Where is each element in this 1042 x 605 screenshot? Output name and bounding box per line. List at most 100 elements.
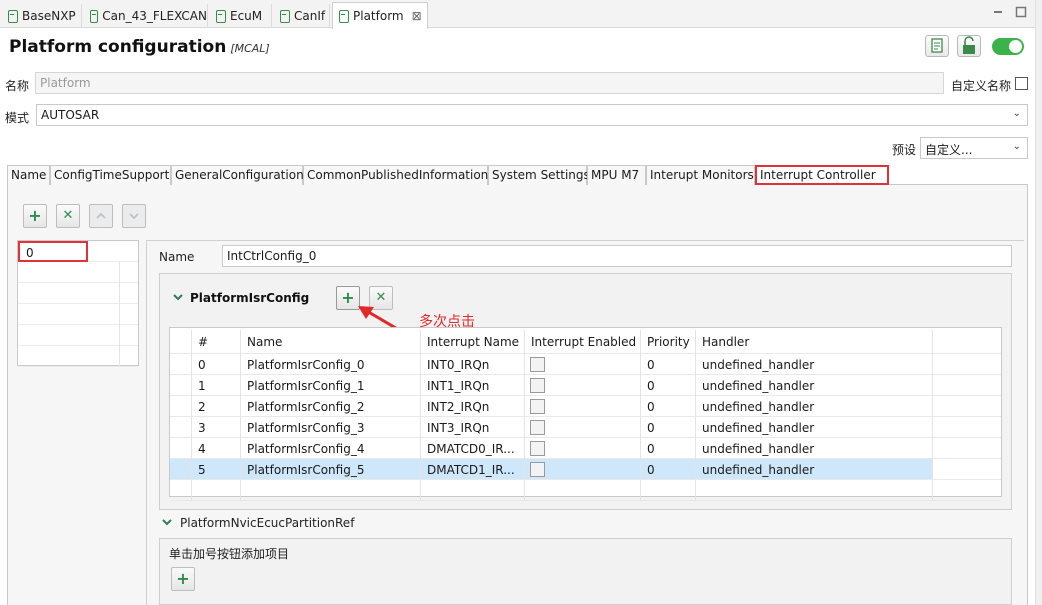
- maximize-icon[interactable]: [1015, 6, 1027, 18]
- editor-tab-ecum[interactable]: EcuM: [210, 4, 272, 28]
- cell-priority[interactable]: 0: [641, 354, 696, 375]
- cell-handler[interactable]: undefined_handler: [696, 354, 933, 375]
- config-name-field[interactable]: IntCtrlConfig_0: [222, 245, 1012, 267]
- row-selector-header: [170, 330, 192, 354]
- name-field[interactable]: Platform: [35, 72, 944, 94]
- cell-idx[interactable]: 2: [192, 396, 241, 417]
- mode-label: 模式: [5, 111, 30, 125]
- interrupt-enabled-checkbox[interactable]: [530, 399, 545, 414]
- table-row[interactable]: 2 PlatformIsrConfig_2 INT2_IRQn 0 undefined_…: [170, 396, 1001, 417]
- interrupt-enabled-cell: [525, 417, 641, 438]
- cell-handler[interactable]: undefined_handler: [696, 459, 933, 480]
- interrupt-enabled-checkbox[interactable]: [530, 378, 545, 393]
- minimize-icon[interactable]: [992, 6, 1004, 18]
- cell-priority[interactable]: 0: [641, 459, 696, 480]
- cell-name[interactable]: PlatformIsrConfig_0: [241, 354, 421, 375]
- tab-name[interactable]: Name: [7, 165, 50, 185]
- column-header-interrupt-name[interactable]: Interrupt Name: [421, 330, 525, 354]
- row-cell: [933, 396, 1001, 417]
- cell-irq[interactable]: INT2_IRQn: [421, 396, 525, 417]
- column-header-index[interactable]: #: [192, 330, 241, 354]
- cell-irq[interactable]: INT3_IRQn: [421, 417, 525, 438]
- tab-interrupt-controller[interactable]: Interrupt Controller: [755, 165, 889, 185]
- add-nvic-ref-button[interactable]: +: [171, 567, 195, 591]
- move-down-button[interactable]: [122, 204, 146, 228]
- list-item-empty: [18, 304, 138, 325]
- cell-priority[interactable]: 0: [641, 375, 696, 396]
- move-up-button[interactable]: [89, 204, 113, 228]
- enable-toggle[interactable]: [992, 38, 1024, 55]
- cell-handler[interactable]: undefined_handler: [696, 417, 933, 438]
- remove-button[interactable]: ✕: [56, 204, 80, 228]
- editor-tab-can-43-flexcan[interactable]: Can_43_FLEXCAN: [84, 4, 208, 28]
- list-item-empty: [18, 325, 138, 346]
- lock-button[interactable]: [957, 35, 981, 57]
- isr-config-table: # Name Interrupt Name Interrupt Enabled …: [169, 327, 1002, 501]
- column-header-handler[interactable]: Handler: [696, 330, 933, 354]
- table-row[interactable]: 3 PlatformIsrConfig_3 INT3_IRQn 0 undefined_…: [170, 417, 1001, 438]
- cell-priority[interactable]: 0: [641, 438, 696, 459]
- cell-name[interactable]: PlatformIsrConfig_4: [241, 438, 421, 459]
- editor-tab-basenxp[interactable]: BaseNXP: [2, 4, 82, 28]
- cell-name[interactable]: PlatformIsrConfig_1: [241, 375, 421, 396]
- cell-irq[interactable]: INT0_IRQn: [421, 354, 525, 375]
- column-header-name[interactable]: Name: [241, 330, 421, 354]
- cell-handler[interactable]: undefined_handler: [696, 438, 933, 459]
- document-button[interactable]: [925, 35, 949, 57]
- interrupt-enabled-cell: [525, 396, 641, 417]
- cell-name[interactable]: PlatformIsrConfig_2: [241, 396, 421, 417]
- column-header-priority[interactable]: Priority: [641, 330, 696, 354]
- cell-priority[interactable]: 0: [641, 417, 696, 438]
- list-item-label: 0: [18, 241, 88, 262]
- cell-handler[interactable]: undefined_handler: [696, 375, 933, 396]
- mode-select[interactable]: AUTOSAR ⌄: [36, 104, 1028, 126]
- interrupt-enabled-checkbox[interactable]: [530, 357, 545, 372]
- editor-tab-platform[interactable]: Platform ⊠: [332, 2, 428, 29]
- tab-common-published-information[interactable]: CommonPublishedInformation: [303, 165, 488, 185]
- cell-idx[interactable]: 1: [192, 375, 241, 396]
- module-file-icon: [280, 9, 290, 23]
- name-label: 名称: [5, 79, 30, 93]
- table-row[interactable]: 0 PlatformIsrConfig_0 INT0_IRQn 0 undefined_…: [170, 354, 1001, 375]
- column-header-interrupt-enabled[interactable]: Interrupt Enabled: [525, 330, 641, 354]
- tab-interupt-monitors[interactable]: Interupt Monitors: [646, 165, 755, 185]
- cell-handler[interactable]: undefined_handler: [696, 396, 933, 417]
- page-title: Platform configuration [MCAL]: [9, 37, 270, 57]
- cell-idx[interactable]: 3: [192, 417, 241, 438]
- close-icon[interactable]: ⊠: [412, 9, 422, 23]
- interrupt-enabled-checkbox[interactable]: [530, 420, 545, 435]
- cell-name[interactable]: PlatformIsrConfig_3: [241, 417, 421, 438]
- chevron-down-icon: ⌄: [1012, 108, 1021, 119]
- nvic-hint-text: 单击加号按钮添加项目: [169, 547, 290, 561]
- tab-mpu-m7[interactable]: MPU M7: [587, 165, 646, 185]
- custom-name-checkbox[interactable]: [1015, 77, 1028, 90]
- cell-priority[interactable]: 0: [641, 396, 696, 417]
- cell-irq[interactable]: DMATCD0_IR...: [421, 438, 525, 459]
- add-button[interactable]: +: [23, 204, 47, 228]
- tab-system-settings[interactable]: System Settings: [488, 165, 590, 185]
- vertical-scrollbar[interactable]: [1035, 0, 1042, 605]
- cell-idx[interactable]: 5: [192, 459, 241, 480]
- nvic-collapse-chevron-icon[interactable]: [161, 516, 173, 531]
- cell-irq[interactable]: INT1_IRQn: [421, 375, 525, 396]
- isr-config-title: PlatformIsrConfig: [190, 291, 310, 305]
- interrupt-enabled-checkbox[interactable]: [530, 441, 545, 456]
- interrupt-enabled-cell: [525, 354, 641, 375]
- preset-select[interactable]: 自定义... ⌄: [920, 137, 1028, 159]
- table-row[interactable]: 4 PlatformIsrConfig_4 DMATCD0_IR... 0 undefi…: [170, 438, 1001, 459]
- cell-name[interactable]: PlatformIsrConfig_5: [241, 459, 421, 480]
- cell-idx[interactable]: 4: [192, 438, 241, 459]
- tab-config-time-support[interactable]: ConfigTimeSupport: [50, 165, 171, 185]
- interrupt-enabled-cell: [525, 438, 641, 459]
- cell-irq[interactable]: DMATCD1_IR...: [421, 459, 525, 480]
- chevron-up-icon: [96, 212, 106, 219]
- cell-idx[interactable]: 0: [192, 354, 241, 375]
- editor-tab-canif[interactable]: CanIf: [274, 4, 330, 28]
- collapse-chevron-icon[interactable]: [172, 291, 184, 306]
- list-item[interactable]: 0: [18, 241, 138, 262]
- interrupt-enabled-checkbox[interactable]: [530, 462, 545, 477]
- table-row[interactable]: 5 PlatformIsrConfig_5 DMATCD1_IR... 0 undefi…: [170, 459, 1001, 480]
- row-cell: [170, 438, 192, 459]
- tab-general-configuration[interactable]: GeneralConfiguration: [171, 165, 304, 185]
- table-row[interactable]: 1 PlatformIsrConfig_1 INT1_IRQn 0 undefined_…: [170, 375, 1001, 396]
